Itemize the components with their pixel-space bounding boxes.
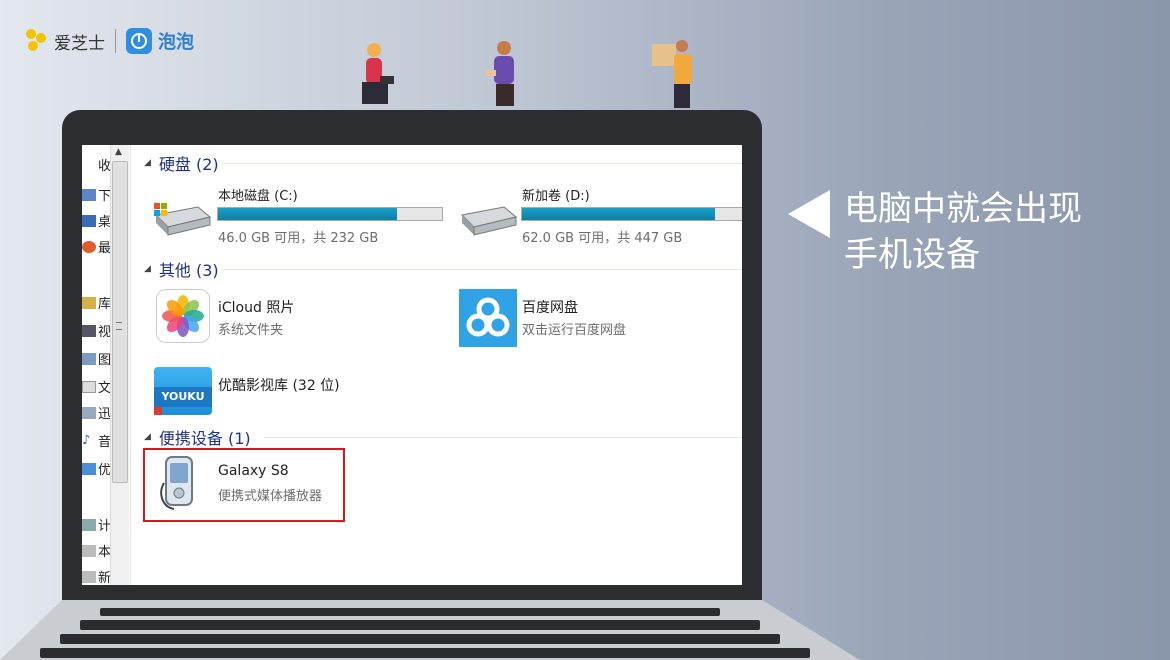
drive-c-usage-bar	[217, 207, 443, 221]
partner-name: 泡泡	[158, 32, 194, 53]
icloud-photos-desc: 系统文件夹	[218, 323, 284, 338]
collapse-triangle-icon[interactable]: ◢	[144, 158, 151, 168]
drive-c-usage-fill	[218, 208, 398, 220]
drive-icon	[82, 544, 96, 557]
baidu-netdisk-icon	[459, 289, 517, 347]
library-icon	[82, 296, 96, 309]
nav-scroll-thumb[interactable]	[112, 161, 128, 483]
drive-icon	[82, 570, 96, 583]
desktop-icon	[82, 214, 96, 227]
nav-music[interactable]: ♪ 音	[82, 431, 111, 451]
laptop-keyboard	[0, 600, 860, 660]
video-icon	[82, 324, 96, 337]
group-header-disks[interactable]: ◢ 硬盘 (2)	[144, 151, 219, 175]
youku-library-name: 优酷影视库 (32 位)	[218, 378, 340, 394]
nav-xunlei[interactable]: 迅	[82, 403, 111, 422]
nav-youku[interactable]: 优	[82, 459, 111, 478]
hard-drive-icon	[460, 206, 518, 236]
document-icon	[82, 380, 96, 393]
collapse-triangle-icon[interactable]: ◢	[144, 264, 151, 274]
nav-libraries[interactable]: 库	[82, 293, 111, 312]
group-header-other[interactable]: ◢ 其他 (3)	[144, 257, 219, 281]
drive-d-name: 新加卷 (D:)	[522, 189, 590, 204]
aizhishi-logo-icon	[26, 29, 48, 53]
star-icon	[82, 159, 96, 171]
group-header-portable[interactable]: ◢ 便携设备 (1)	[144, 425, 251, 449]
folder-icon	[82, 462, 96, 475]
hard-drive-icon	[154, 203, 212, 236]
grip-icon	[116, 322, 122, 330]
download-folder-icon	[82, 188, 96, 201]
woman-with-tablet-illustration	[362, 43, 394, 104]
icloud-photos-name: iCloud 照片	[218, 300, 295, 316]
brand-divider	[115, 29, 116, 53]
brand-bar: 爱芝士 泡泡	[26, 26, 194, 56]
recent-icon	[82, 240, 96, 253]
drive-d-usage-bar	[521, 207, 742, 221]
baidu-netdisk-name: 百度网盘	[522, 300, 578, 316]
nav-videos[interactable]: 视	[82, 321, 111, 340]
baidu-netdisk-desc: 双击运行百度网盘	[522, 323, 627, 338]
nav-favorites[interactable]: 收	[82, 155, 111, 174]
youku-folder-icon: YOUKU	[154, 367, 212, 415]
group-divider	[222, 163, 742, 164]
group-divider	[222, 269, 742, 270]
group-divider	[264, 437, 742, 438]
music-note-icon: ♪	[82, 432, 91, 448]
callout-line-1: 电脑中就会出现	[844, 189, 1082, 229]
callout-line-2: 手机设备	[844, 235, 980, 275]
nav-downloads[interactable]: 下	[82, 185, 111, 204]
callout-caption: 电脑中就会出现 手机设备	[844, 186, 1082, 278]
nav-desktop[interactable]: 桌	[82, 211, 111, 230]
drive-d-usage-fill	[522, 208, 715, 220]
device-highlight-box	[143, 448, 345, 522]
pictures-icon	[82, 352, 96, 365]
folder-icon	[82, 406, 96, 419]
nav-recent[interactable]: 最	[82, 237, 111, 256]
scroll-up-icon[interactable]: ▲	[115, 147, 122, 157]
drive-c-name: 本地磁盘 (C:)	[218, 189, 298, 204]
collapse-triangle-icon[interactable]: ◢	[144, 432, 151, 442]
icloud-photos-icon	[156, 289, 210, 343]
man-carrying-box-illustration	[652, 40, 692, 108]
callout-arrow-icon	[788, 190, 830, 238]
brand-name: 爱芝士	[54, 33, 105, 54]
drive-d-space: 62.0 GB 可用，共 447 GB	[522, 231, 683, 246]
drive-c-space: 46.0 GB 可用，共 232 GB	[218, 231, 379, 246]
computer-icon	[82, 518, 96, 531]
nav-documents[interactable]: 文	[82, 377, 111, 396]
nav-pictures[interactable]: 图	[82, 349, 111, 368]
nav-new-volume[interactable]: 新	[82, 567, 111, 585]
youku-accent	[154, 407, 162, 415]
youku-icon-label: YOUKU	[154, 387, 212, 407]
nav-local-disk[interactable]: 本	[82, 541, 111, 560]
man-with-phone-illustration	[486, 41, 514, 106]
nav-computer[interactable]: 计	[82, 515, 111, 534]
paopao-logo-icon	[126, 28, 152, 54]
